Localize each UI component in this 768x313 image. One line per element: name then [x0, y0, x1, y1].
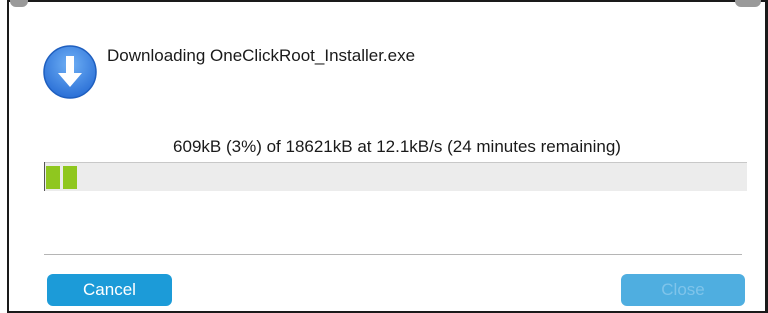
divider — [44, 254, 742, 255]
progress-bar-fill — [46, 166, 77, 189]
dialog-title: Downloading OneClickRoot_Installer.exe — [107, 46, 416, 65]
download-status-row: 609kB (3%) of 18621kB at 12.1kB/s (24 mi… — [0, 137, 768, 157]
progress-segment — [46, 166, 60, 189]
cancel-button[interactable]: Cancel — [47, 274, 172, 306]
window-corner-left — [10, 0, 28, 7]
window-frame-top — [7, 0, 768, 2]
download-dialog: Downloading OneClickRoot_Installer.exe 6… — [0, 0, 768, 313]
window-corner-right — [735, 0, 761, 7]
download-progress-bar — [45, 162, 747, 191]
close-button[interactable]: Close — [621, 274, 745, 306]
download-arrow-icon — [43, 45, 97, 99]
download-status-text: 609kB (3%) of 18621kB at 12.1kB/s (24 mi… — [173, 137, 621, 156]
progress-segment — [63, 166, 77, 189]
